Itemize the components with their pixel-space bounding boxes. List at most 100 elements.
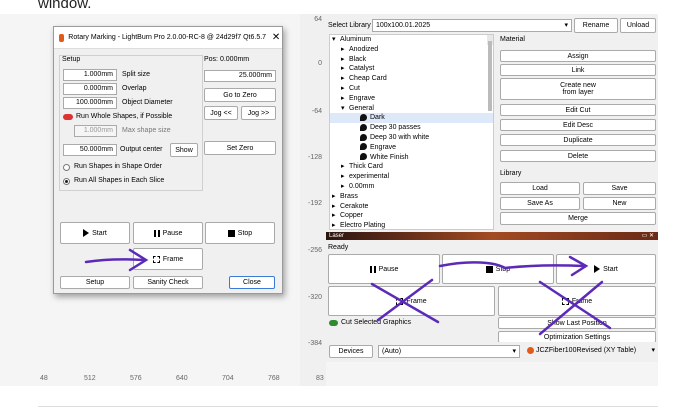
devices-button[interactable]: Devices — [329, 345, 373, 358]
dialog-pause-button[interactable]: Pause — [133, 222, 203, 244]
frame-icon — [152, 255, 160, 263]
run-whole-shapes-toggle[interactable] — [63, 114, 73, 120]
run-all-shapes-radio[interactable] — [63, 178, 70, 185]
tree-folder-item[interactable]: ▸ experimental — [330, 172, 493, 182]
frame-label: Frame — [571, 297, 593, 305]
split-size-input[interactable]: 1.000mm — [63, 69, 117, 81]
tree-item-label: Thick Card — [349, 163, 383, 171]
chevron-down-icon: ▾ — [512, 348, 516, 355]
device-bar: Devices (Auto) ▾ JCZFiber100Revised (XY T… — [326, 342, 658, 362]
output-center-input[interactable]: 50.000mm — [63, 144, 117, 156]
material-header: Material — [500, 36, 525, 43]
tree-folder-item[interactable]: ▸ Catalyst — [330, 64, 493, 74]
unload-button[interactable]: Unload — [620, 18, 656, 33]
run-shapes-order-radio[interactable] — [63, 164, 70, 171]
stop-label: Stop — [495, 265, 511, 273]
overlap-input[interactable]: 0.000mm — [63, 83, 117, 95]
expand-arrow-icon[interactable]: ▸ — [341, 172, 349, 182]
cut-selected-toggle[interactable] — [329, 320, 338, 326]
expand-arrow-icon[interactable]: ▸ — [341, 162, 349, 172]
library-select[interactable]: 100x100.01.2025 ▾ — [372, 19, 572, 32]
tree-folder-item[interactable]: ▸ 0.00mm — [330, 182, 493, 192]
frame-icon — [396, 297, 404, 305]
create-from-layer-button[interactable]: Create new from layer — [500, 78, 656, 100]
rename-button[interactable]: Rename — [574, 18, 618, 33]
tree-folder-item[interactable]: ▾ Aluminum — [330, 35, 493, 45]
laser-start-button[interactable]: Start — [556, 254, 656, 284]
run-shapes-order-label: Run Shapes in Shape Order — [74, 163, 162, 170]
tree-folder-item[interactable]: ▸ Black — [330, 55, 493, 65]
material-tree[interactable]: ▾ Aluminum ▸ Anodized ▸ Black ▸ Catalyst ▸ Cheap … — [329, 34, 494, 230]
tree-leaf-item[interactable]: White Finish — [330, 153, 493, 163]
laser-stop-button[interactable]: Stop — [442, 254, 554, 284]
duplicate-button[interactable]: Duplicate — [500, 134, 656, 146]
expand-arrow-icon[interactable]: ▸ — [341, 45, 349, 55]
go-to-zero-button[interactable]: Go to Zero — [204, 88, 276, 102]
tree-leaf-item[interactable]: Dark — [330, 113, 493, 124]
save-button[interactable]: Save — [583, 182, 656, 195]
laser-frame-button-1[interactable]: Frame — [328, 286, 495, 316]
setup-button[interactable]: Setup — [60, 276, 130, 289]
tree-leaf-item[interactable]: Deep 30 passes — [330, 123, 493, 133]
show-last-position-button[interactable]: Show Last Position — [498, 317, 656, 329]
dialog-titlebar[interactable]: Rotary Marking - LightBurn Pro 2.0.00-RC… — [54, 27, 282, 49]
jog-right-button[interactable]: Jog >> — [241, 106, 276, 120]
tree-folder-item[interactable]: ▸ Thick Card — [330, 162, 493, 172]
panel-controls-icon[interactable]: ▭ ✕ — [642, 232, 654, 240]
expand-arrow-icon[interactable]: ▸ — [341, 94, 349, 104]
tree-folder-item[interactable]: ▸ Cut — [330, 84, 493, 94]
close-button[interactable]: Close — [229, 276, 275, 289]
tree-leaf-item[interactable]: Engrave — [330, 143, 493, 153]
expand-arrow-icon[interactable]: ▸ — [332, 192, 340, 202]
max-shape-size-input[interactable]: 1.000mm — [74, 125, 117, 137]
load-button[interactable]: Load — [500, 182, 580, 195]
position-input[interactable]: 25.000mm — [204, 70, 276, 82]
tree-folder-item[interactable]: ▸ Engrave — [330, 94, 493, 104]
tree-scrollbar[interactable] — [487, 35, 493, 111]
port-select[interactable]: (Auto) ▾ — [378, 345, 520, 358]
expand-arrow-icon[interactable]: ▸ — [332, 221, 340, 229]
stop-label: Stop — [237, 229, 253, 237]
close-icon[interactable]: ✕ — [270, 32, 282, 43]
tree-folder-item[interactable]: ▾ General — [330, 104, 493, 114]
expand-arrow-icon[interactable]: ▸ — [341, 182, 349, 192]
assign-button[interactable]: Assign — [500, 50, 656, 62]
tree-folder-item[interactable]: ▸ Cheap Card — [330, 74, 493, 84]
new-button[interactable]: New — [583, 197, 656, 210]
expand-arrow-icon[interactable]: ▾ — [341, 104, 349, 114]
tree-folder-item[interactable]: ▸ Electro Plating — [330, 221, 493, 229]
expand-arrow-icon[interactable]: ▸ — [341, 64, 349, 74]
object-diameter-input[interactable]: 100.000mm — [63, 97, 117, 109]
expand-arrow-icon[interactable]: ▾ — [332, 35, 340, 45]
expand-arrow-icon[interactable]: ▸ — [332, 202, 340, 212]
split-size-label: Split size — [122, 71, 151, 78]
expand-arrow-icon[interactable]: ▸ — [341, 55, 349, 65]
run-all-shapes-label: Run All Shapes in Each Slice — [74, 177, 165, 184]
edit-desc-button[interactable]: Edit Desc — [500, 119, 656, 131]
jog-left-button[interactable]: Jog << — [204, 106, 238, 120]
show-button[interactable]: Show — [170, 143, 198, 157]
laser-pause-button[interactable]: Pause — [328, 254, 440, 284]
tree-folder-item[interactable]: ▸ Copper — [330, 211, 493, 221]
save-as-button[interactable]: Save As — [500, 197, 580, 210]
dialog-frame-button[interactable]: Frame — [133, 248, 203, 270]
link-button[interactable]: Link — [500, 64, 656, 76]
expand-arrow-icon[interactable]: ▸ — [332, 211, 340, 221]
tree-folder-item[interactable]: ▸ Anodized — [330, 45, 493, 55]
merge-button[interactable]: Merge — [500, 212, 656, 225]
dialog-start-button[interactable]: Start — [60, 222, 130, 244]
laser-frame-button-2[interactable]: Frame — [498, 286, 656, 316]
tree-folder-item[interactable]: ▸ Brass — [330, 192, 493, 202]
tree-leaf-item[interactable]: Deep 30 with white — [330, 133, 493, 143]
set-zero-button[interactable]: Set Zero — [204, 141, 276, 155]
expand-arrow-icon[interactable]: ▸ — [341, 74, 349, 84]
edit-cut-button[interactable]: Edit Cut — [500, 104, 656, 116]
delete-button[interactable]: Delete — [500, 150, 656, 162]
scrollbar-thumb[interactable] — [488, 41, 492, 111]
tree-folder-item[interactable]: ▸ Cerakote — [330, 202, 493, 212]
start-label: Start — [92, 229, 107, 237]
device-select[interactable]: JCZFiber100Revised (XY Table) ▾ — [524, 345, 658, 358]
expand-arrow-icon[interactable]: ▸ — [341, 84, 349, 94]
dialog-stop-button[interactable]: Stop — [205, 222, 275, 244]
sanity-check-button[interactable]: Sanity Check — [133, 276, 203, 289]
